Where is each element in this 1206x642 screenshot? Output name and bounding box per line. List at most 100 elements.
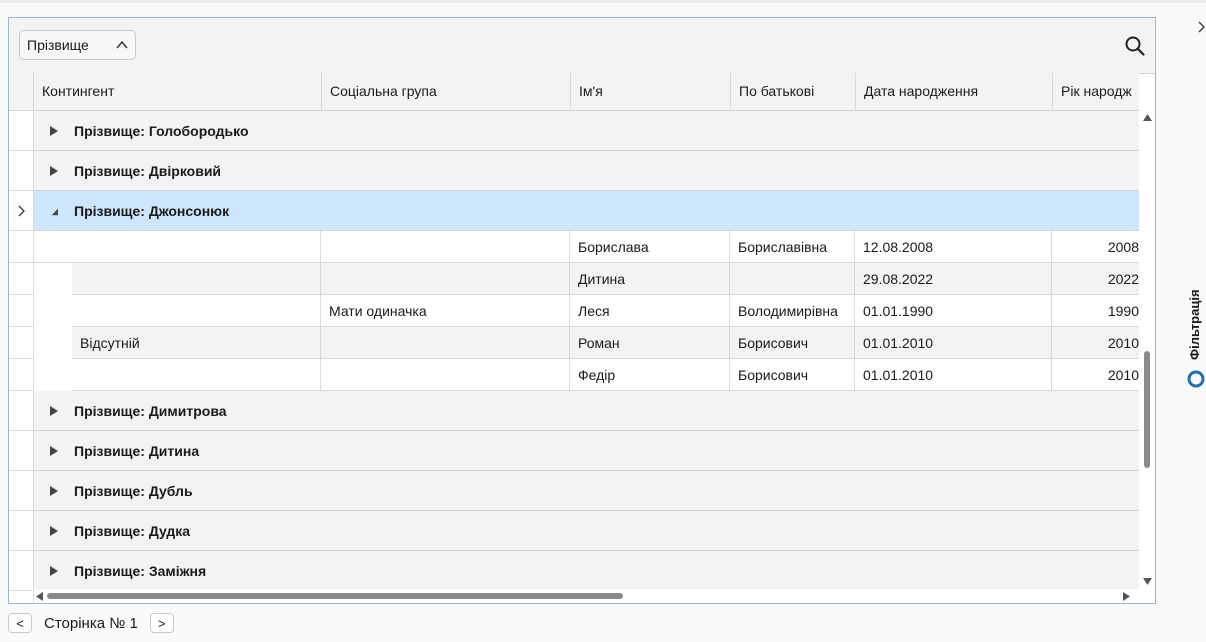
cell-contingent[interactable] (72, 295, 321, 327)
table-row[interactable]: Борислава Бориславівна 12.08.2008 2008 (34, 231, 1139, 263)
scroll-right-arrow-icon[interactable] (1123, 592, 1130, 601)
filter-icon (1187, 370, 1205, 388)
cell-social-group[interactable] (321, 359, 570, 391)
row-indicator[interactable] (9, 359, 33, 391)
column-header-birth-year[interactable]: Рік народж (1052, 73, 1139, 110)
group-row[interactable]: Прізвище: Двірковий (34, 151, 1139, 191)
cell-birth-year[interactable]: 2010 (1052, 327, 1139, 359)
row-indicator-column (9, 111, 34, 603)
cell-social-group[interactable] (321, 327, 570, 359)
row-indicator[interactable] (9, 263, 33, 295)
prev-page-button[interactable]: < (8, 613, 32, 633)
column-header-patronymic[interactable]: По батькові (730, 73, 855, 110)
row-indicator[interactable] (9, 111, 33, 151)
group-row-label: Прізвище: Дудка (74, 523, 191, 539)
grid-body: Прізвище: Голобородько Прізвище: Двірков… (34, 111, 1139, 589)
group-row[interactable]: Прізвище: Дитина (34, 431, 1139, 471)
cell-birth-year[interactable]: 2008 (1052, 231, 1139, 263)
group-row[interactable]: Прізвище: Голобородько (34, 111, 1139, 151)
scroll-left-arrow-icon[interactable] (36, 592, 43, 601)
cell-first-name[interactable]: Леся (570, 295, 730, 327)
expand-triangle-icon[interactable] (50, 166, 58, 176)
cell-patronymic[interactable]: Борисович (730, 327, 855, 359)
next-page-button[interactable]: > (149, 613, 174, 633)
group-row-label: Прізвище: Голобородько (74, 123, 249, 139)
cell-contingent[interactable] (34, 231, 321, 263)
group-row[interactable]: Прізвище: Димитрова (34, 391, 1139, 431)
cell-social-group[interactable]: Мати одиначка (321, 295, 570, 327)
cell-patronymic[interactable]: Борисович (730, 359, 855, 391)
group-row-label: Прізвище: Заміжня (74, 563, 207, 579)
row-indicator[interactable] (9, 231, 33, 263)
cell-birth-year[interactable]: 2022 (1052, 263, 1139, 295)
group-chip-label: Прізвище (27, 37, 89, 53)
cell-birth-date[interactable]: 01.01.2010 (855, 359, 1052, 391)
chevron-up-icon[interactable] (115, 39, 129, 51)
group-row-selected[interactable]: Прізвище: Джонсонюк (34, 191, 1139, 231)
expand-triangle-icon[interactable] (50, 406, 58, 416)
chevron-right-icon[interactable] (1197, 21, 1205, 33)
cell-social-group[interactable] (321, 263, 570, 295)
cell-first-name[interactable]: Дитина (570, 263, 730, 295)
cell-birth-date[interactable]: 12.08.2008 (855, 231, 1052, 263)
scroll-down-arrow-icon[interactable] (1143, 578, 1152, 585)
vertical-scroll-thumb[interactable] (1144, 351, 1150, 468)
cell-birth-year[interactable]: 1990 (1052, 295, 1139, 327)
cell-birth-date[interactable]: 01.01.1990 (855, 295, 1052, 327)
cell-patronymic[interactable]: Володимирівна (730, 295, 855, 327)
column-header-first-name[interactable]: Ім'я (570, 73, 730, 110)
cell-patronymic[interactable] (730, 263, 855, 295)
row-indicator-current[interactable] (9, 191, 33, 231)
row-indicator[interactable] (9, 295, 33, 327)
cell-patronymic[interactable]: Бориславівна (730, 231, 855, 263)
group-row[interactable]: Прізвище: Дубль (34, 471, 1139, 511)
table-row[interactable]: Федір Борисович 01.01.2010 2010 (34, 359, 1139, 391)
row-indicator[interactable] (9, 551, 33, 591)
pager: < Сторінка № 1 > (8, 612, 174, 634)
group-row-label: Прізвище: Дитина (74, 443, 200, 459)
cell-birth-date[interactable]: 29.08.2022 (855, 263, 1052, 295)
cell-birth-date[interactable]: 01.01.2010 (855, 327, 1052, 359)
row-indicator[interactable] (9, 471, 33, 511)
group-row-label: Прізвище: Дубль (74, 483, 193, 499)
collapse-triangle-icon[interactable] (50, 207, 58, 217)
expand-triangle-icon[interactable] (50, 446, 58, 456)
expand-triangle-icon[interactable] (50, 526, 58, 536)
group-row[interactable]: Прізвище: Дудка (34, 511, 1139, 551)
top-divider (0, 0, 1206, 3)
chevron-right-icon (18, 205, 25, 217)
expand-triangle-icon[interactable] (50, 126, 58, 136)
horizontal-scrollbar[interactable] (34, 589, 1140, 603)
horizontal-scroll-thumb[interactable] (47, 593, 623, 599)
expand-triangle-icon[interactable] (50, 566, 58, 576)
group-row[interactable]: Прізвище: Заміжня (34, 551, 1139, 589)
page-number-label: Сторінка № 1 (44, 614, 138, 632)
expand-triangle-icon[interactable] (50, 486, 58, 496)
table-row[interactable]: Відсутній Роман Борисович 01.01.2010 201… (34, 327, 1139, 359)
group-chip-surname[interactable]: Прізвище (19, 30, 136, 60)
cell-first-name[interactable]: Федір (570, 359, 730, 391)
search-icon[interactable] (1124, 35, 1146, 57)
cell-first-name[interactable]: Роман (570, 327, 730, 359)
cell-contingent[interactable] (72, 263, 321, 295)
group-row-label: Прізвище: Двірковий (74, 163, 222, 179)
cell-birth-year[interactable]: 2010 (1052, 359, 1139, 391)
row-indicator[interactable] (9, 327, 33, 359)
column-header-contingent[interactable]: Контингент (33, 73, 321, 110)
table-row[interactable]: Дитина 29.08.2022 2022 (34, 263, 1139, 295)
cell-social-group[interactable] (321, 231, 570, 263)
table-row[interactable]: Мати одиначка Леся Володимирівна 01.01.1… (34, 295, 1139, 327)
cell-first-name[interactable]: Борислава (570, 231, 730, 263)
column-header-birth-date[interactable]: Дата народження (855, 73, 1052, 110)
cell-contingent[interactable]: Відсутній (72, 327, 321, 359)
cell-contingent[interactable] (72, 359, 321, 391)
vertical-scrollbar[interactable] (1140, 111, 1154, 589)
column-header-social-group[interactable]: Соціальна група (321, 73, 570, 110)
group-row-label: Прізвище: Димитрова (74, 403, 227, 419)
row-indicator[interactable] (9, 151, 33, 191)
row-indicator[interactable] (9, 511, 33, 551)
scroll-up-arrow-icon[interactable] (1143, 114, 1152, 121)
row-indicator[interactable] (9, 431, 33, 471)
row-indicator[interactable] (9, 391, 33, 431)
group-row-label: Прізвище: Джонсонюк (74, 203, 230, 219)
